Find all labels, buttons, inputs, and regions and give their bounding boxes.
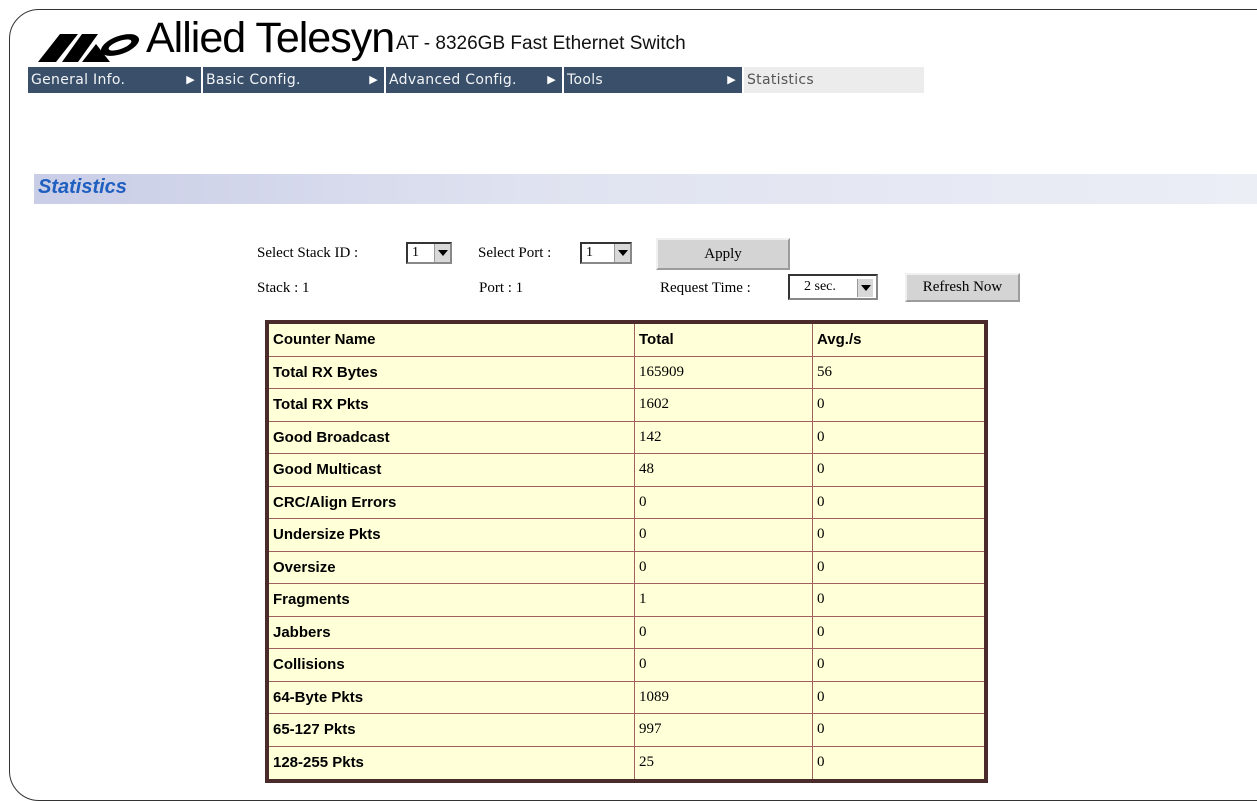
- counter-avg: 0: [817, 656, 825, 673]
- nav-label: Tools: [567, 72, 603, 88]
- counter-avg: 0: [817, 493, 825, 510]
- counter-name: Collisions: [269, 649, 635, 681]
- nav-advanced-config[interactable]: Advanced Config. ▶: [386, 67, 564, 93]
- statistics-table: Counter Name Total Avg./s Total RX Bytes…: [265, 320, 988, 783]
- counter-name: 128-255 Pkts: [269, 746, 635, 779]
- counter-avg: 0: [817, 461, 825, 478]
- counter-avg: 0: [817, 623, 825, 640]
- table-row: Total RX Pkts 1602 0: [269, 389, 984, 422]
- counter-total: 165909: [635, 356, 813, 388]
- counter-total: 1: [635, 584, 813, 616]
- counter-name: Good Multicast: [269, 454, 635, 486]
- apply-button[interactable]: Apply: [656, 238, 790, 270]
- chevron-down-icon[interactable]: [857, 279, 873, 297]
- chevron-down-icon[interactable]: [434, 244, 450, 262]
- counter-name: Fragments: [269, 584, 635, 616]
- header-total: Total: [635, 324, 813, 356]
- stack-id-label: Select Stack ID :: [257, 245, 359, 261]
- counter-total: 0: [635, 616, 813, 648]
- nav-basic-config[interactable]: Basic Config. ▶: [203, 67, 386, 93]
- counter-name: 65-127 Pkts: [269, 714, 635, 746]
- page-title: Statistics: [38, 176, 127, 198]
- nav-label: Advanced Config.: [389, 72, 517, 88]
- table-row: 65-127 Pkts 997 0: [269, 714, 984, 747]
- arrow-right-icon: ▶: [369, 73, 378, 86]
- counter-avg: 0: [817, 558, 825, 575]
- refresh-now-button[interactable]: Refresh Now: [905, 273, 1020, 302]
- counter-avg: 0: [817, 754, 825, 771]
- counter-total: 0: [635, 486, 813, 518]
- chevron-down-icon[interactable]: [614, 244, 630, 262]
- nav-general-info[interactable]: General Info. ▶: [28, 67, 203, 93]
- table-row: Good Broadcast 142 0: [269, 421, 984, 454]
- table-row: Good Multicast 48 0: [269, 454, 984, 487]
- table-row: Jabbers 0 0: [269, 616, 984, 649]
- counter-name: Good Broadcast: [269, 421, 635, 453]
- counter-total: 1089: [635, 681, 813, 713]
- counter-name: CRC/Align Errors: [269, 486, 635, 518]
- counter-total: 142: [635, 421, 813, 453]
- port-value: 1: [586, 245, 593, 260]
- header-avg: Avg./s: [817, 331, 862, 349]
- counter-name: Undersize Pkts: [269, 519, 635, 551]
- nav-statistics[interactable]: Statistics: [744, 67, 924, 93]
- counter-total: 0: [635, 649, 813, 681]
- counter-avg: 0: [817, 591, 825, 608]
- stack-info: Stack : 1: [257, 280, 310, 296]
- table-row: Fragments 1 0: [269, 584, 984, 617]
- counter-avg: 0: [817, 396, 825, 413]
- table-row: Total RX Bytes 165909 56: [269, 356, 984, 389]
- counter-total: 25: [635, 746, 813, 779]
- counter-avg: 0: [817, 721, 825, 738]
- product-name: AT - 8326GB Fast Ethernet Switch: [396, 33, 686, 54]
- allied-telesyn-logo: [38, 12, 142, 62]
- counter-name: Oversize: [269, 551, 635, 583]
- logo-mark-icon: [38, 34, 140, 62]
- nav-tools[interactable]: Tools ▶: [564, 67, 744, 93]
- header-counter-name: Counter Name: [269, 324, 635, 356]
- nav-label: Statistics: [747, 72, 814, 88]
- counter-name: Total RX Pkts: [269, 389, 635, 421]
- request-time-value: 2 sec.: [804, 279, 836, 294]
- page-title-bar: Statistics: [34, 174, 1257, 204]
- stack-id-value: 1: [412, 245, 419, 260]
- counter-total: 48: [635, 454, 813, 486]
- counter-total: 1602: [635, 389, 813, 421]
- table-row: 64-Byte Pkts 1089 0: [269, 681, 984, 714]
- table-header-row: Counter Name Total Avg./s: [269, 324, 984, 357]
- port-select[interactable]: 1: [580, 242, 632, 264]
- counter-name: 64-Byte Pkts: [269, 681, 635, 713]
- table-row: 128-255 Pkts 25 0: [269, 746, 984, 779]
- table-row: Oversize 0 0: [269, 551, 984, 584]
- arrow-right-icon: ▶: [727, 73, 736, 86]
- request-time-label: Request Time :: [660, 280, 751, 296]
- port-label: Select Port :: [478, 245, 552, 261]
- counter-name: Jabbers: [269, 616, 635, 648]
- counter-avg: 0: [817, 428, 825, 445]
- counter-avg: 0: [817, 526, 825, 543]
- table-row: Collisions 0 0: [269, 649, 984, 682]
- stack-id-select[interactable]: 1: [406, 242, 452, 264]
- counter-avg: 0: [817, 688, 825, 705]
- brand-name: Allied Telesyn: [146, 14, 395, 62]
- counter-total: 0: [635, 519, 813, 551]
- main-nav: General Info. ▶ Basic Config. ▶ Advanced…: [28, 67, 924, 93]
- arrow-right-icon: ▶: [186, 73, 195, 86]
- counter-total: 0: [635, 551, 813, 583]
- counter-total: 997: [635, 714, 813, 746]
- port-info: Port : 1: [479, 280, 524, 296]
- nav-label: General Info.: [31, 72, 126, 88]
- counter-avg: 56: [817, 363, 832, 380]
- nav-label: Basic Config.: [206, 72, 301, 88]
- counter-name: Total RX Bytes: [269, 356, 635, 388]
- arrow-right-icon: ▶: [547, 73, 556, 86]
- table-row: CRC/Align Errors 0 0: [269, 486, 984, 519]
- table-row: Undersize Pkts 0 0: [269, 519, 984, 552]
- request-time-select[interactable]: 2 sec.: [788, 274, 878, 300]
